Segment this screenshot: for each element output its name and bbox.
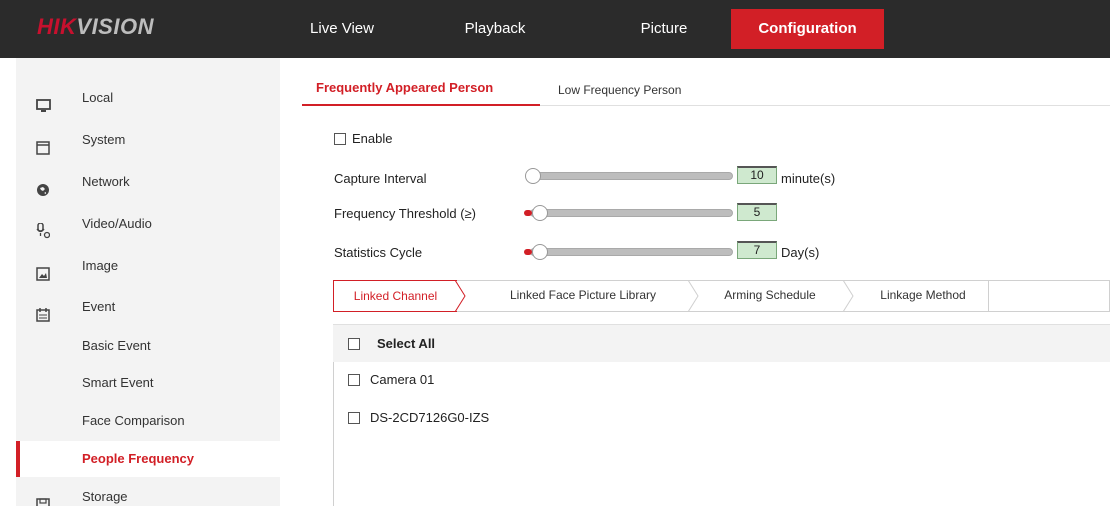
sidebar-item-video-audio[interactable]: Video/Audio [16,206,280,242]
sidebar-item-basic-event[interactable]: Basic Event [16,328,280,364]
floppy-disk-icon [36,490,50,506]
globe-icon [36,175,50,196]
select-all-label: Select All [377,336,436,351]
sidebar-item-smart-event[interactable]: Smart Event [16,365,280,401]
frequency-threshold-value[interactable]: 5 [737,203,777,221]
sidebar-item-system[interactable]: System [16,122,280,158]
sidebar-item-people-frequency[interactable]: People Frequency [16,441,280,477]
sidebar-item-event[interactable]: Event [16,289,280,325]
tab-linked-channel[interactable]: Linked Channel [333,280,457,312]
monitor-icon [36,91,51,112]
capture-interval-slider-handle[interactable] [525,168,541,184]
slider-fill [524,210,532,216]
sidebar-item-label: Smart Event [82,375,154,390]
sidebar-item-label: System [82,132,126,147]
image-icon [36,259,50,281]
statistics-cycle-unit: Day(s) [781,245,820,260]
tab-frequently-appeared-person[interactable]: Frequently Appeared Person [316,80,493,95]
frequency-threshold-label: Frequency Threshold (≥) [334,206,477,221]
list-item: DS-2CD7126G0-IZS [370,410,490,425]
sidebar-item-label: Image [82,258,119,273]
nav-tab-playback[interactable]: Playback [445,0,545,58]
tab-chevron [843,280,854,312]
tab-linked-face-picture-library[interactable]: Linked Face Picture Library [480,280,686,312]
sidebar-item-storage[interactable]: Storage [16,479,280,506]
statistics-cycle-slider[interactable] [530,248,733,256]
tab-low-frequency-person[interactable]: Low Frequency Person [558,83,681,97]
list-item: Camera 01 [370,372,435,387]
sidebar: Local System Network Video/Audio Image E… [16,58,280,506]
sidebar-item-face-comparison[interactable]: Face Comparison [16,403,280,439]
ds-2cd7126g0-izs-checkbox[interactable] [348,412,360,424]
capture-interval-slider[interactable] [530,172,733,180]
tab-chevron [688,280,699,312]
enable-checkbox[interactable] [334,133,346,145]
frequency-threshold-slider[interactable] [530,209,733,217]
tab-divider [988,281,989,311]
sidebar-item-label: People Frequency [82,451,194,466]
statistics-cycle-slider-handle[interactable] [532,244,548,260]
sidebar-item-label: Basic Event [82,338,151,353]
hikvision-logo: HIKVISION [37,14,154,39]
sidebar-item-label: Storage [82,489,128,504]
select-all-checkbox[interactable] [348,338,360,350]
top-nav-bar: HIKVISION Live View Playback Picture Con… [0,0,1110,58]
sidebar-item-label: Local [82,90,114,105]
statistics-cycle-value[interactable]: 7 [737,241,777,259]
calendar-icon [36,300,50,322]
sidebar-item-label: Face Comparison [82,413,185,428]
tab-linkage-method[interactable]: Linkage Method [858,280,988,312]
tab-arming-schedule[interactable]: Arming Schedule [705,280,835,312]
tab-chevron [455,280,466,312]
channel-list-header [333,324,1110,362]
sidebar-item-image[interactable]: Image [16,248,280,284]
sidebar-item-label: Video/Audio [82,216,152,231]
statistics-cycle-label: Statistics Cycle [334,245,423,260]
sidebar-item-local[interactable]: Local [16,80,280,116]
slider-fill [524,249,532,255]
capture-interval-unit: minute(s) [781,171,836,186]
capture-interval-label: Capture Interval [334,171,427,186]
sidebar-item-label: Event [82,299,116,314]
system-window-icon [36,133,50,155]
sidebar-item-network[interactable]: Network [16,164,280,200]
nav-tab-configuration[interactable]: Configuration [731,9,884,49]
nav-tab-live-view[interactable]: Live View [297,0,387,58]
camera-01-checkbox[interactable] [348,374,360,386]
microphone-icon [36,217,51,239]
active-tab-underline [302,104,540,106]
nav-tab-picture[interactable]: Picture [604,0,724,58]
enable-label: Enable [352,131,393,146]
sidebar-item-label: Network [82,174,130,189]
frequency-threshold-slider-handle[interactable] [532,205,548,221]
capture-interval-value[interactable]: 10 [737,166,777,184]
